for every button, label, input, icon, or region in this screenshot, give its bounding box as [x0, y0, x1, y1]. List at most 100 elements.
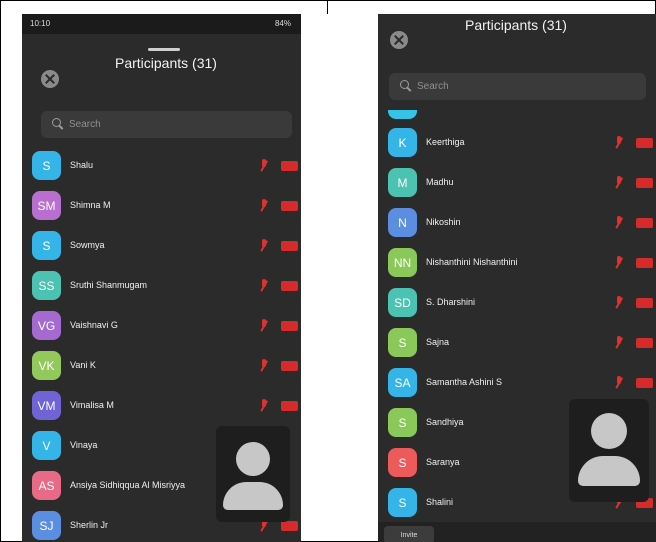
- participant-row[interactable]: SA Samantha Ashini S: [378, 364, 656, 404]
- participant-row[interactable]: NN Nishanthini Nishanthini: [378, 244, 656, 284]
- participant-row[interactable]: N Nikoshin: [378, 204, 656, 244]
- status-battery: 84%: [274, 19, 291, 28]
- mic-muted-icon: [615, 296, 623, 309]
- avatar: SA: [388, 368, 417, 397]
- avatar: S: [388, 408, 417, 437]
- avatar: S: [32, 231, 61, 260]
- participant-name: Shalu: [70, 160, 94, 170]
- video-off-icon: [636, 258, 653, 268]
- mic-muted-icon: [260, 239, 268, 252]
- mic-muted-icon: [615, 176, 623, 189]
- participant-name: Vaishnavi G: [70, 320, 118, 330]
- mic-muted-icon: [615, 376, 623, 389]
- participant-name: S. Dharshini: [426, 297, 476, 307]
- video-off-icon: [636, 378, 653, 388]
- video-off-icon: [636, 138, 653, 148]
- avatar: S: [388, 488, 417, 517]
- participant-name: Shalini: [426, 497, 454, 507]
- participant-name: Sruthi Shanmugam: [70, 280, 148, 290]
- mic-muted-icon: [615, 216, 623, 229]
- avatar: SS: [32, 271, 61, 300]
- participant-row[interactable]: M Madhu: [378, 164, 656, 204]
- right-phone-screen: Participants (31) Search K Keerthiga M Madh…: [378, 14, 656, 542]
- mic-muted-icon: [260, 199, 268, 212]
- video-off-icon: [281, 201, 298, 211]
- mic-muted-icon: [260, 279, 268, 292]
- video-off-icon: [281, 281, 298, 291]
- participant-name: Saranya: [426, 457, 460, 467]
- mic-muted-icon: [615, 136, 623, 149]
- participant-row[interactable]: S Sowmya: [22, 227, 301, 267]
- mic-muted-icon: [260, 159, 268, 172]
- avatar-placeholder-icon: [591, 413, 627, 449]
- avatar: V: [32, 431, 61, 460]
- avatar: S: [388, 328, 417, 357]
- participant-name: Ansiya Sidhiqqua Al Misriyya: [70, 480, 186, 490]
- partial-avatar: [388, 110, 417, 119]
- search-icon: [52, 118, 61, 127]
- avatar-placeholder-body: [223, 482, 283, 510]
- self-video-preview[interactable]: [569, 399, 649, 502]
- video-off-icon: [281, 361, 298, 371]
- participant-name: Shimna M: [70, 200, 111, 210]
- video-off-icon: [281, 241, 298, 251]
- mic-muted-icon: [260, 359, 268, 372]
- search-icon: [400, 80, 409, 89]
- search-placeholder: Search: [417, 81, 449, 92]
- video-off-icon: [281, 521, 298, 531]
- mic-muted-icon: [615, 256, 623, 269]
- video-off-icon: [636, 178, 653, 188]
- participant-name: Madhu: [426, 177, 454, 187]
- close-icon[interactable]: [41, 70, 59, 88]
- mic-muted-icon: [260, 399, 268, 412]
- participants-title: Participants (31): [465, 17, 567, 33]
- column-divider: [327, 0, 328, 14]
- close-icon[interactable]: [390, 31, 408, 49]
- participant-name: Vimalisa M: [70, 400, 114, 410]
- participant-row[interactable]: SS Sruthi Shanmugam: [22, 267, 301, 307]
- avatar: S: [32, 151, 61, 180]
- search-placeholder: Search: [69, 119, 101, 130]
- participant-row[interactable]: SD S. Dharshini: [378, 284, 656, 324]
- self-video-preview[interactable]: [216, 426, 290, 522]
- sheet-grabber-handle[interactable]: [148, 48, 180, 51]
- video-off-icon: [636, 338, 653, 348]
- participant-row[interactable]: S Sajna: [378, 324, 656, 364]
- participant-name: Samantha Ashini S: [426, 377, 503, 387]
- mic-muted-icon: [260, 319, 268, 332]
- participant-name: Vinaya: [70, 440, 98, 450]
- participant-name: Sherlin Jr: [70, 520, 109, 530]
- avatar: VK: [32, 351, 61, 380]
- participant-row[interactable]: VG Vaishnavi G: [22, 307, 301, 347]
- participant-name: Nikoshin: [426, 217, 461, 227]
- avatar-placeholder-icon: [236, 442, 270, 476]
- mic-muted-icon: [615, 336, 623, 349]
- search-input[interactable]: Search: [41, 111, 292, 138]
- video-off-icon: [281, 161, 298, 171]
- avatar: VG: [32, 311, 61, 340]
- participant-row[interactable]: VK Vani K: [22, 347, 301, 387]
- status-bar: 10:10 84%: [22, 14, 301, 34]
- avatar-placeholder-body: [578, 456, 640, 486]
- avatar: SM: [32, 191, 61, 220]
- participant-name: Sandhiya: [426, 417, 464, 427]
- avatar: K: [388, 128, 417, 157]
- avatar: M: [388, 168, 417, 197]
- invite-button[interactable]: Invite: [384, 526, 434, 542]
- participant-name: Keerthiga: [426, 137, 465, 147]
- avatar: SD: [388, 288, 417, 317]
- participant-row[interactable]: S Shalu: [22, 147, 301, 187]
- video-off-icon: [636, 298, 653, 308]
- avatar: NN: [388, 248, 417, 277]
- participant-row[interactable]: K Keerthiga: [378, 124, 656, 164]
- left-phone-screen: 10:10 84% Participants (31) Search S Shal…: [22, 14, 301, 542]
- avatar: SJ: [32, 511, 61, 540]
- avatar: VM: [32, 391, 61, 420]
- search-input[interactable]: Search: [389, 73, 646, 100]
- video-off-icon: [281, 321, 298, 331]
- avatar: S: [388, 448, 417, 477]
- participant-row[interactable]: VM Vimalisa M: [22, 387, 301, 427]
- avatar: N: [388, 208, 417, 237]
- participant-name: Sowmya: [70, 240, 105, 250]
- participant-row[interactable]: SM Shimna M: [22, 187, 301, 227]
